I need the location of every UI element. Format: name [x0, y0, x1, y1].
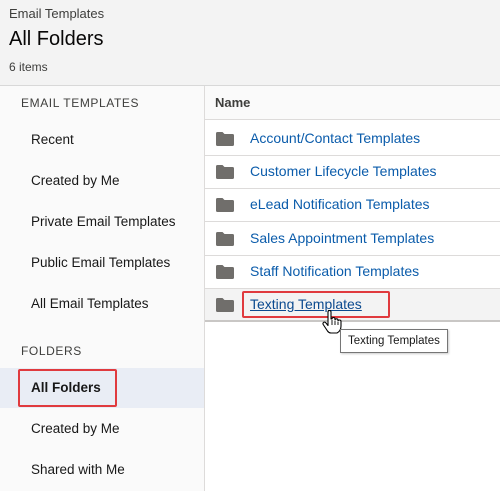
- texting-templates-highlight: [242, 291, 390, 318]
- folder-icon: [216, 165, 234, 179]
- table-row[interactable]: Staff Notification Templates: [205, 256, 500, 289]
- tooltip: Texting Templates: [340, 329, 448, 353]
- folder-list: Name Account/Contact Templates Customer …: [205, 86, 500, 491]
- table-row[interactable]: Texting Templates: [205, 289, 500, 322]
- sidebar-item-shared-with-me[interactable]: Shared with Me: [0, 450, 204, 490]
- folder-link[interactable]: Account/Contact Templates: [250, 130, 420, 146]
- folder-icon: [216, 132, 234, 146]
- folder-link[interactable]: eLead Notification Templates: [250, 196, 430, 212]
- sidebar: EMAIL TEMPLATES Recent Created by Me Pri…: [0, 86, 205, 491]
- folder-icon: [216, 298, 234, 312]
- table-row[interactable]: eLead Notification Templates: [205, 189, 500, 222]
- hand-cursor-icon: [322, 310, 342, 334]
- folder-link[interactable]: Staff Notification Templates: [250, 263, 419, 279]
- item-count: 6 items: [9, 60, 48, 74]
- column-header-label: Name: [215, 95, 251, 110]
- table-row[interactable]: Sales Appointment Templates: [205, 223, 500, 256]
- all-folders-highlight: [18, 369, 117, 407]
- folder-icon: [216, 232, 234, 246]
- table-row[interactable]: Customer Lifecycle Templates: [205, 156, 500, 189]
- sidebar-item-private-email-templates[interactable]: Private Email Templates: [0, 202, 204, 242]
- sidebar-item-created-by-me[interactable]: Created by Me: [0, 161, 204, 201]
- table-row[interactable]: Account/Contact Templates: [205, 123, 500, 156]
- sidebar-item-folders-created-by-me[interactable]: Created by Me: [0, 409, 204, 449]
- folder-link[interactable]: Customer Lifecycle Templates: [250, 163, 436, 179]
- column-header-name[interactable]: Name: [205, 86, 500, 120]
- sidebar-item-all-email-templates[interactable]: All Email Templates: [0, 284, 204, 324]
- object-label: Email Templates: [9, 6, 105, 21]
- folder-icon: [216, 198, 234, 212]
- sidebar-item-public-email-templates[interactable]: Public Email Templates: [0, 243, 204, 283]
- page-title: All Folders: [9, 28, 104, 50]
- folders-heading: FOLDERS: [21, 344, 82, 358]
- folder-link[interactable]: Sales Appointment Templates: [250, 230, 434, 246]
- email-templates-heading: EMAIL TEMPLATES: [21, 96, 140, 110]
- page-header: Email Templates All Folders 6 items: [0, 0, 500, 86]
- sidebar-item-recent[interactable]: Recent: [0, 120, 204, 160]
- folder-icon: [216, 265, 234, 279]
